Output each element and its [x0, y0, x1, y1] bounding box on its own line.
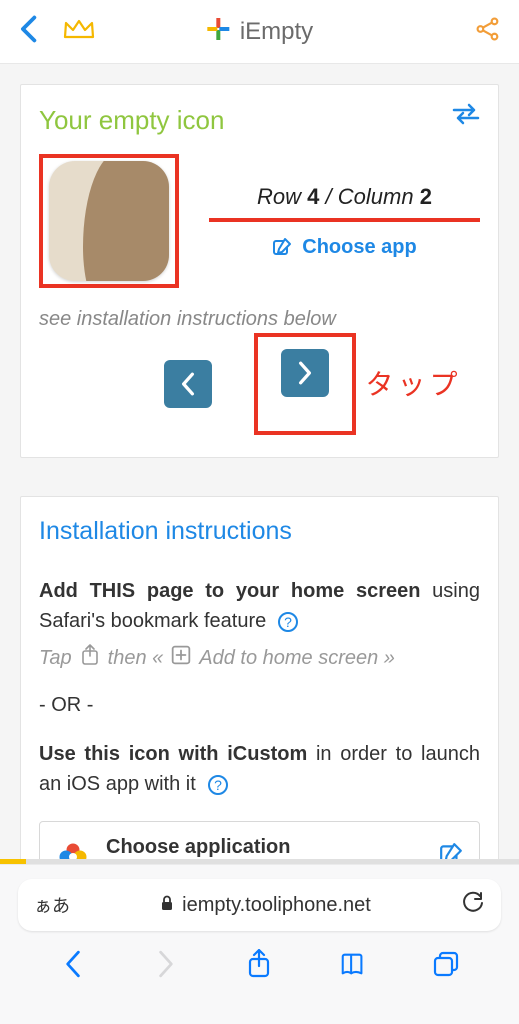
browser-forward-icon [152, 949, 180, 984]
add-box-icon [171, 644, 191, 672]
address-bar[interactable]: ぁあ iempty.tooliphone.net [18, 879, 501, 931]
browser-back-icon[interactable] [59, 949, 87, 984]
instructions-card: Installation instructions Add THIS page … [20, 496, 499, 915]
url-display[interactable]: iempty.tooliphone.net [84, 894, 447, 917]
tap-annotation: タップ [365, 363, 461, 403]
row-column-label: Row 4 / Column 2 [209, 184, 480, 222]
app-title: iEmpty [240, 18, 313, 46]
help-icon[interactable]: ? [277, 611, 299, 633]
swap-icon[interactable] [452, 103, 480, 130]
install-hint: see installation instructions below [39, 308, 480, 331]
lock-icon [160, 894, 174, 917]
choose-application-title: Choose application [106, 836, 423, 859]
svg-text:?: ? [284, 614, 292, 630]
tabs-icon[interactable] [432, 949, 460, 984]
refresh-icon[interactable] [461, 891, 485, 920]
instruction-p2: Use this icon with iCustom in order to l… [39, 739, 480, 799]
safari-toolbar [0, 931, 519, 984]
safari-chrome: ぁあ iempty.tooliphone.net [0, 864, 519, 1024]
choose-app-link[interactable]: Choose app [209, 236, 480, 259]
page-content: Your empty icon Row 4 / Column 2 Choose … [0, 64, 519, 915]
choose-app-label: Choose app [302, 236, 416, 259]
plus-logo-icon [206, 17, 230, 46]
prev-button[interactable] [164, 360, 212, 408]
browser-share-icon[interactable] [245, 949, 273, 984]
next-button-highlight: タップ [254, 333, 356, 435]
instruction-p1: Add THIS page to your home screen using … [39, 576, 480, 636]
svg-text:?: ? [214, 777, 222, 793]
bookmarks-icon[interactable] [339, 949, 367, 984]
or-separator: - OR - [39, 694, 480, 717]
card-title: Your empty icon [39, 105, 480, 136]
text-size-button[interactable]: ぁあ [34, 892, 70, 918]
empty-icon-card: Your empty icon Row 4 / Column 2 Choose … [20, 84, 499, 458]
icon-preview[interactable] [49, 161, 169, 281]
help-icon[interactable]: ? [207, 774, 229, 796]
share-icon [80, 644, 100, 672]
icon-preview-highlight [39, 154, 179, 288]
instructions-title: Installation instructions [39, 517, 480, 546]
next-button[interactable] [281, 349, 329, 397]
back-icon[interactable] [18, 15, 38, 48]
app-header: iEmpty [0, 0, 519, 64]
tap-instruction: Tap then « Add to home screen » [39, 644, 480, 672]
crown-icon[interactable] [62, 15, 96, 48]
share-network-icon[interactable] [475, 16, 501, 47]
